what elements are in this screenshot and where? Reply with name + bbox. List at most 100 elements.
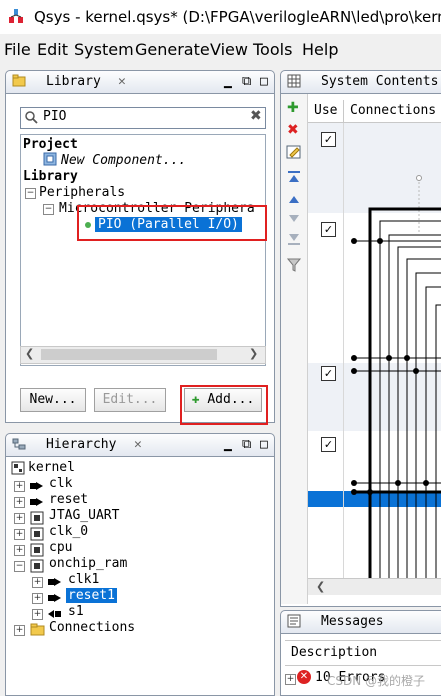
hierarchy-item-reset[interactable]: reset [49, 492, 88, 507]
menu-generate[interactable]: Generate [135, 40, 210, 59]
menu-edit[interactable]: Edit [37, 40, 68, 59]
use-checkbox[interactable]: ✓ [321, 222, 336, 237]
remove-icon[interactable]: ✖ [287, 122, 299, 138]
menu-view[interactable]: View [210, 40, 248, 59]
hierarchy-tab-label: Hierarchy [46, 437, 117, 452]
scroll-left-icon[interactable]: ❮ [25, 347, 34, 360]
column-divider [343, 100, 344, 122]
hierarchy-item-s1[interactable]: s1 [68, 604, 84, 619]
app-icon [8, 8, 24, 24]
grid-icon [287, 74, 301, 96]
expand-icon[interactable]: + [14, 481, 25, 492]
collapse-icon[interactable]: − [43, 204, 54, 215]
table-header: Use Connections [308, 100, 441, 123]
maximize-icon[interactable]: ⧉ [242, 434, 251, 456]
hierarchy-item-cpu[interactable]: cpu [49, 540, 72, 555]
expand-icon[interactable]: + [32, 593, 43, 604]
new-component-item[interactable]: New Component... [61, 153, 186, 168]
minimize-icon[interactable]: ▁ [224, 71, 232, 93]
expand-icon[interactable]: + [285, 674, 296, 685]
system-contents-tab[interactable]: System Contents [280, 70, 441, 94]
module-icon [30, 559, 44, 577]
hierarchy-item-jtag-uart[interactable]: JTAG_UART [49, 508, 119, 523]
collapse-icon[interactable]: − [14, 561, 25, 572]
add-icon[interactable]: ✚ [287, 100, 299, 116]
search-field[interactable]: PIO ✖ [20, 107, 266, 129]
expand-icon[interactable]: + [32, 577, 43, 588]
hierarchy-item-reset1[interactable]: reset1 [66, 588, 117, 603]
collapse-icon[interactable]: − [25, 188, 36, 199]
error-icon: ✕ [297, 670, 311, 684]
close-icon[interactable]: ✕ [118, 71, 126, 93]
hierarchy-item-connections[interactable]: Connections [49, 620, 135, 635]
highlight-add-box [180, 385, 268, 425]
messages-tab-icon [287, 614, 301, 636]
hierarchy-item-clk[interactable]: clk [49, 476, 72, 491]
window-title: Qsys - kernel.qsys* (D:\FPGA\verilogleAR… [34, 8, 441, 26]
menu-bar: File Edit System Generate View Tools Hel… [0, 38, 441, 60]
expand-icon[interactable]: + [14, 625, 25, 636]
expand-icon[interactable]: + [14, 545, 25, 556]
move-top-icon[interactable] [287, 170, 301, 188]
library-heading: Library [23, 169, 78, 184]
title-bar: Qsys - kernel.qsys* (D:\FPGA\verilogleAR… [0, 0, 441, 34]
tree-item-peripherals[interactable]: Peripherals [39, 185, 125, 200]
reset-port-icon [48, 592, 62, 607]
menu-help[interactable]: Help [302, 40, 338, 59]
column-use[interactable]: Use [314, 103, 337, 118]
use-checkbox[interactable]: ✓ [321, 437, 336, 452]
hierarchy-item-onchip-ram[interactable]: onchip_ram [49, 556, 127, 571]
library-tab-icon [12, 74, 26, 88]
connections-graph [351, 175, 441, 593]
folder-icon [30, 623, 45, 640]
restore-icon[interactable]: □ [260, 71, 268, 93]
library-hscrollbar[interactable]: ❮ ❯ [20, 346, 266, 364]
maximize-icon[interactable]: ⧉ [242, 71, 251, 93]
expand-icon[interactable]: + [14, 497, 25, 508]
use-checkbox[interactable]: ✓ [321, 132, 336, 147]
scroll-right-icon[interactable]: ❯ [249, 347, 258, 360]
menu-tools[interactable]: Tools [253, 40, 292, 59]
search-input[interactable]: PIO [43, 109, 66, 124]
column-connections[interactable]: Connections [350, 103, 436, 118]
new-button[interactable]: New... [20, 388, 86, 412]
filter-icon[interactable] [286, 258, 302, 276]
restore-icon[interactable]: □ [260, 434, 268, 456]
scroll-left-icon[interactable]: ❮ [316, 580, 325, 593]
system-contents-panel: ✚ ✖ Use Connections ✓ ✓ ✓ ✓ ❮ [280, 94, 441, 607]
messages-header: Description [285, 640, 441, 666]
menu-file[interactable]: File [4, 40, 31, 59]
library-tree: Project New Component... Library − Perip… [20, 134, 266, 366]
toolbar-column: ✚ ✖ [281, 94, 308, 604]
expand-icon[interactable]: + [14, 513, 25, 524]
edit-icon[interactable] [286, 144, 302, 164]
hierarchy-item-kernel[interactable]: kernel [28, 460, 75, 475]
move-bottom-icon[interactable] [287, 232, 301, 250]
minimize-icon[interactable]: ▁ [224, 434, 232, 456]
system-hscrollbar[interactable]: ❮ [308, 578, 441, 595]
component-icon [43, 152, 57, 170]
menu-system[interactable]: System [74, 40, 134, 59]
move-down-icon[interactable] [287, 212, 301, 230]
system-icon [11, 461, 25, 479]
library-tab[interactable]: Library ✕ ▁ ⧉ □ [5, 70, 275, 94]
scroll-thumb[interactable] [41, 349, 217, 360]
hierarchy-tab[interactable]: Hierarchy ✕ ▁ ⧉ □ [5, 433, 275, 457]
expand-icon[interactable]: + [14, 529, 25, 540]
move-up-icon[interactable] [287, 192, 301, 210]
watermark: CSDN @我的橙子 [327, 674, 426, 688]
close-icon[interactable]: ✕ [134, 434, 142, 456]
hierarchy-panel: kernel + clk + reset + JTAG_UART + clk_0… [5, 457, 275, 696]
edit-button[interactable]: Edit... [94, 388, 166, 412]
hierarchy-item-clk0[interactable]: clk_0 [49, 524, 88, 539]
hierarchy-item-clk1[interactable]: clk1 [68, 572, 99, 587]
search-icon [24, 110, 38, 128]
use-checkbox[interactable]: ✓ [321, 366, 336, 381]
messages-tab[interactable]: Messages [280, 610, 441, 634]
library-tab-label: Library [46, 74, 101, 89]
clear-search-icon[interactable]: ✖ [250, 108, 262, 124]
expand-icon[interactable]: + [32, 609, 43, 620]
column-description[interactable]: Description [291, 645, 377, 660]
messages-tab-label: Messages [321, 614, 384, 629]
clock-port-icon [30, 480, 44, 495]
